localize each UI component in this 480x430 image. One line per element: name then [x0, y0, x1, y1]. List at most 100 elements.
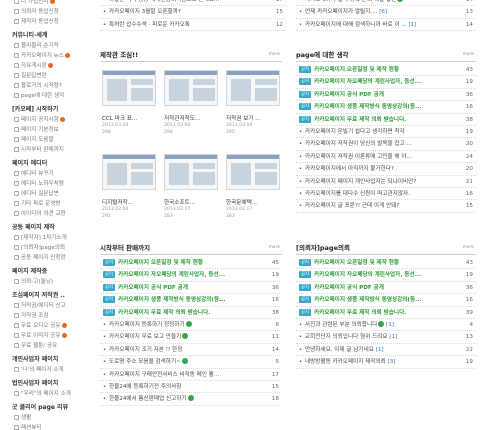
notice-row[interactable]: 공지 카카오페이지 오픈일정 및 제작 현황 45	[100, 257, 282, 270]
list-item[interactable]: • 카카오페이지 글 포른?! 근데 이게 안돼? 15	[296, 200, 476, 213]
post-title-link[interactable]: 카카오페이지 공식 PDF 공개	[314, 282, 384, 294]
sidebar-item[interactable]: 디 가입인사	[0, 0, 92, 7]
post-title-link[interactable]: 카카오페이지 오픈일정 및 제작 현황	[314, 64, 399, 76]
sidebar-item[interactable]: 저작권/에디터 신고	[0, 301, 92, 311]
list-item[interactable]: • 카카오페이지 저작권이 당신의 발목을 잡고 ... 20	[296, 138, 476, 151]
sidebar-item[interactable]: 에디터 뷰꾸기	[0, 169, 92, 179]
list-item[interactable]: • 안녕하세요. 이제 글 남기네요 [1] 22	[296, 344, 476, 357]
post-title-link[interactable]: 카카오페이지 공식 PDF 공개	[118, 282, 188, 294]
sidebar-item[interactable]: 카카오페이지 뉴스	[0, 51, 92, 61]
post-title-link[interactable]: 카카오페이지 자오페당의 계린사업자, 등선...	[314, 269, 421, 281]
sidebar-item[interactable]: 시작부터 판매까지	[0, 145, 92, 155]
sidebar-item[interactable]: 페이지 도움말	[0, 135, 92, 145]
notice-row[interactable]: 공지 카카오페이지 무료 제작 의뢰 받습니다. 39	[296, 307, 476, 319]
gallery-item-title[interactable]: 저작관저작도...	[164, 114, 220, 122]
sidebar-item[interactable]: '나'의 페이지 소개	[0, 365, 92, 375]
gallery-item-title[interactable]: CCL 마크 표...	[102, 114, 158, 122]
notice-row[interactable]: 공지 카카오페이지 자오페당의 계린사업자, 등선... 19	[296, 76, 476, 89]
post-title-link[interactable]: 카카오페이지를 대다수 신원이 떠고관지않자.	[305, 188, 410, 200]
list-item[interactable]: • 한물24에 등록하기전 주의사항 15	[100, 381, 282, 394]
sidebar-item[interactable]: 저작권 조심	[0, 311, 92, 321]
post-title-link[interactable]: 한물24에 등록하기전 주의사항	[109, 381, 181, 393]
sidebar-item[interactable]: 무료 웹툰/ 공유	[0, 341, 92, 351]
list-item[interactable]: • 교회전단지 의뢰입니다 형위 드려요 [1] 13	[296, 331, 476, 344]
list-item[interactable]: • 내방방활동 카카오페이지 제작의뢰 [3] 19	[296, 356, 476, 369]
sidebar-item[interactable]: 블리블리 순기적	[0, 41, 92, 51]
notice-row[interactable]: 공지 카카오페이지 자오페당의 계린사업자, 등선... 19	[296, 269, 476, 282]
sidebar-item[interactable]: "우리"의 페이지 소개	[0, 389, 92, 399]
list-item[interactable]: • 카카오페이지 페이지 개인사업자는 되냐이비안? 21	[296, 176, 476, 188]
thumbnail-image[interactable]	[226, 154, 280, 190]
notice-row[interactable]: 공지 카카오페이지 무료 제작 의뢰 받습니다. 38	[296, 114, 476, 126]
post-title-link[interactable]: 카카오페이지 무료 제작 의뢰 받습니다.	[314, 307, 406, 319]
sidebar-item[interactable]: 아이디어 의견 교환	[0, 209, 92, 219]
notice-row[interactable]: 공지 카카오페이지 생풍 제작방식 동영상강의(등... 16	[296, 294, 476, 307]
more-link[interactable]: more	[269, 51, 280, 56]
post-title-link[interactable]: 카카오페이지 무료 보고 만들기	[109, 331, 181, 343]
thumbnail-image[interactable]	[226, 70, 280, 106]
notice-row[interactable]: 공지 카카오페이지 생풍 제작방식 동영상강의(등... 16	[100, 294, 282, 307]
post-title-link[interactable]: 카카오페이지 무료 제작 의뢰 받습니다.	[314, 114, 406, 126]
post-title-link[interactable]: 카카오페이지 생풍 제작방식 동영상강의(등...	[118, 294, 225, 306]
list-item[interactable]: • 카카오페이지 온빌기 쉽다고 생각하면 착각 19	[296, 126, 476, 139]
sidebar-item[interactable]: 무료 오디오 공유	[0, 321, 92, 331]
sidebar-item[interactable]: 페이지 기본정보	[0, 125, 92, 135]
list-item[interactable]: • 사진과 관련된 부분 의뢰합니다 [1] 4	[296, 319, 476, 332]
sidebar-item[interactable]: [의뢰자]page의뢰	[0, 243, 92, 253]
post-title-link[interactable]: 도로명 주소 모음을 검색하기~	[109, 356, 181, 368]
gallery-item-title[interactable]: 디지털저작...	[102, 198, 158, 206]
sidebar-item[interactable]: 생활	[0, 413, 92, 423]
list-item[interactable]: • 언제 카카오페이지가 열릴지.... [6] 13	[296, 6, 476, 19]
post-title-link[interactable]: 카카오페이지 저작권이 당신의 발목을 잡고 ...	[305, 138, 412, 150]
post-title-link[interactable]: 카카오페이지에 대해 검색하니까 바로 이 ...	[305, 19, 407, 31]
post-title-link[interactable]: 카카오페이지 오픈일정 및 제작 현황	[314, 257, 399, 269]
more-link[interactable]: more	[463, 244, 474, 249]
gallery-item-title[interactable]: 한국소프트...	[164, 198, 220, 206]
sidebar-item[interactable]: 질문답변란	[0, 71, 92, 81]
notice-row[interactable]: 공지 카카오페이지 자오페당의 계린사업자, 등선... 19	[100, 269, 282, 282]
sidebar-item[interactable]: 기타 파로 운영방	[0, 199, 92, 209]
sidebar-item[interactable]: 에디터 노하우처럼	[0, 179, 92, 189]
post-title-link[interactable]: 카카오페이지에서 아직까지 불가한다?	[305, 163, 394, 175]
sidebar-item[interactable]: 블로거의 시작점?	[0, 81, 92, 91]
sidebar-item[interactable]: 페이지 공지사항	[0, 115, 92, 125]
post-title-link[interactable]: 한물24에서 통신판매업 신고하기	[109, 393, 187, 405]
post-title-link[interactable]: 카카오페이지 3월말 오픈할까?	[109, 6, 181, 18]
post-title-link[interactable]: 카카오페이지 온빌기 쉽다고 생각하면 착각	[305, 126, 405, 138]
list-item[interactable]: • 특허란 압수수색 · 피로운 카카오톡 12	[100, 19, 286, 32]
sidebar-item[interactable]: page에 대한 생각	[0, 91, 92, 101]
thumbnail-image[interactable]	[164, 70, 218, 106]
list-item[interactable]: • 카카오페이지 3월말 오픈할까? 15	[100, 6, 286, 19]
notice-row[interactable]: 공지 카카오페이지 생풍 제작방식 동영상강의(등... 16	[296, 101, 476, 114]
more-link[interactable]: more	[463, 51, 474, 56]
notice-row[interactable]: 공지 카카오페이지 오픈일정 및 제작 현황 43	[296, 64, 476, 77]
post-title-link[interactable]: 특허란 압수수색 · 피로운 카카오톡	[109, 19, 190, 31]
list-item[interactable]: • 도로명 주소 모음을 검색하기~ 5	[100, 356, 282, 369]
gallery-item-title[interactable]: 저작권 보기 ...	[226, 114, 282, 122]
thumbnail-image[interactable]	[164, 154, 218, 190]
sidebar-item[interactable]: 에디터 질문답변	[0, 189, 92, 199]
post-title-link[interactable]: 카카오페이지 구매안전서비스 비작동 메인 활...	[109, 369, 219, 381]
sidebar-item[interactable]: 의뢰자 동업신청	[0, 7, 92, 17]
list-item[interactable]: • 카카오페이지에서 아직까지 불가한다? 20	[296, 163, 476, 176]
post-title-link[interactable]: 카카오페이지 무료 제작 의뢰 받습니다.	[118, 307, 210, 319]
post-title-link[interactable]: 내방방활동 카카오페이지 제작의뢰	[305, 356, 386, 368]
post-title-link[interactable]: 카카오페이지 생풍 제작방식 동영상강의(등...	[314, 101, 421, 113]
list-item[interactable]: • 카카오페이지 등록하기 정정하기 8	[100, 319, 282, 332]
list-item[interactable]: • 카카오페이지에 대해 검색하니까 바로 이 ... [1] 14	[296, 19, 476, 32]
post-title-link[interactable]: 카카오페이지 생풍 제작방식 동영상강의(등...	[314, 294, 421, 306]
more-link[interactable]: more	[269, 244, 280, 249]
post-title-link[interactable]: 안녕하세요. 이제 글 남기네요	[305, 344, 374, 356]
list-item[interactable]: • 카카오페이지를 대다수 신원이 떠고관지않자. 16	[296, 188, 476, 201]
post-title-link[interactable]: 카카오페이지 등록하기 정정하기	[109, 319, 185, 331]
list-item[interactable]: • 카카오페이지 저작권 이론류에 고민을 해 야... 24	[296, 151, 476, 164]
post-title-link[interactable]: 카카오페이지 페이지 개인사업자는 되냐이비안?	[305, 176, 416, 188]
gallery-item-title[interactable]: 한국문예텍...	[226, 198, 282, 206]
sidebar-item[interactable]: 의뢰-고(돌님)	[0, 277, 92, 287]
post-title-link[interactable]: 카카오페이지 일력 등록 문의 해실 답변	[305, 0, 396, 6]
post-title-link[interactable]: 카카오페이지 자오페당의 계린사업자, 등선...	[118, 269, 225, 281]
sidebar-item[interactable]: [제작자] 1차기소개	[0, 233, 92, 243]
sidebar-item[interactable]: 제작자 동업신청	[0, 17, 92, 27]
post-title-link[interactable]: 카카오페이지 저작권 이론류에 고민을 해 야...	[305, 151, 412, 163]
notice-row[interactable]: 공지 카카오페이지 오픈일정 및 제작 현황 43	[296, 257, 476, 270]
